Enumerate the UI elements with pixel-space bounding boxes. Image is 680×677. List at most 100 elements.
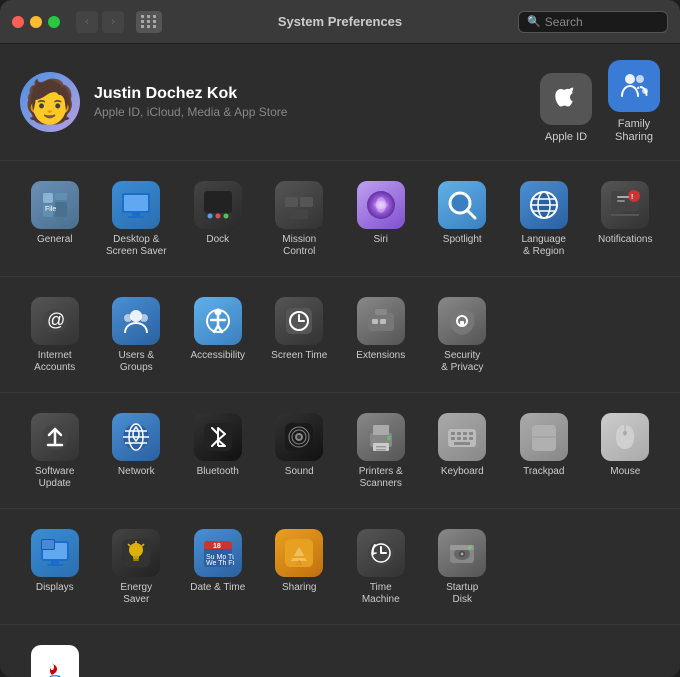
pref-language[interactable]: Language& Region	[505, 173, 583, 264]
search-input[interactable]	[545, 15, 659, 29]
family-sharing-label: FamilySharing	[615, 118, 653, 144]
pref-siri[interactable]: Siri	[342, 173, 420, 264]
pref-screen-time[interactable]: Screen Time	[261, 289, 339, 380]
spotlight-icon	[438, 181, 486, 229]
startup-disk-icon	[438, 529, 486, 577]
personal2-grid: @ InternetAccounts Us	[16, 289, 664, 380]
pref-software-update[interactable]: SoftwareUpdate	[16, 405, 94, 496]
maximize-button[interactable]	[48, 16, 60, 28]
section-personal2: @ InternetAccounts Us	[0, 277, 680, 393]
pref-network[interactable]: Network	[98, 405, 176, 496]
profile-left: 🧑 Justin Dochez Kok Apple ID, iCloud, Me…	[20, 72, 287, 132]
profile-subtitle: Apple ID, iCloud, Media & App Store	[94, 105, 287, 119]
mission-label: MissionControl	[282, 234, 316, 258]
network-label: Network	[118, 466, 155, 478]
system-preferences-window: ‹ › System Preferences 🔍 🧑	[0, 0, 680, 677]
pref-dock[interactable]: Dock	[179, 173, 257, 264]
pref-mission[interactable]: MissionControl	[261, 173, 339, 264]
internet-accounts-icon: @	[31, 297, 79, 345]
startup-disk-label: StartupDisk	[446, 582, 478, 606]
system-grid: Displays	[16, 521, 664, 612]
time-machine-label: TimeMachine	[362, 582, 400, 606]
displays-icon	[31, 529, 79, 577]
pref-extensions[interactable]: Extensions	[342, 289, 420, 380]
svg-text:File: File	[45, 206, 56, 213]
pref-trackpad[interactable]: Trackpad	[505, 405, 583, 496]
grid-view-button[interactable]	[136, 11, 162, 33]
pref-energy[interactable]: EnergySaver	[98, 521, 176, 612]
apple-id-label: Apple ID	[545, 131, 587, 144]
bluetooth-icon	[194, 413, 242, 461]
svg-text:⚠: ⚠	[296, 559, 302, 567]
back-button[interactable]: ‹	[76, 11, 98, 33]
keyboard-label: Keyboard	[441, 466, 484, 478]
pref-time-machine[interactable]: TimeMachine	[342, 521, 420, 612]
pref-accessibility[interactable]: Accessibility	[179, 289, 257, 380]
pref-users[interactable]: Users &Groups	[98, 289, 176, 380]
pref-security[interactable]: Security& Privacy	[424, 289, 502, 380]
sound-label: Sound	[285, 466, 314, 478]
pref-spotlight[interactable]: Spotlight	[424, 173, 502, 264]
pref-printers[interactable]: Printers &Scanners	[342, 405, 420, 496]
pref-java[interactable]: Java	[16, 637, 94, 677]
security-icon	[438, 297, 486, 345]
users-icon	[112, 297, 160, 345]
section-other: Java	[0, 625, 680, 677]
pref-notifications[interactable]: ! Notifications	[587, 173, 665, 264]
software-update-icon	[31, 413, 79, 461]
extensions-icon	[357, 297, 405, 345]
notifications-label: Notifications	[598, 234, 652, 246]
language-icon	[520, 181, 568, 229]
keyboard-icon	[438, 413, 486, 461]
search-box[interactable]: 🔍	[518, 11, 668, 33]
accessibility-icon	[194, 297, 242, 345]
siri-label: Siri	[374, 234, 388, 246]
java-icon	[31, 645, 79, 677]
content-area: 🧑 Justin Dochez Kok Apple ID, iCloud, Me…	[0, 44, 680, 677]
users-label: Users &Groups	[118, 350, 154, 374]
section-hardware: SoftwareUpdate Network	[0, 393, 680, 509]
extensions-label: Extensions	[356, 350, 405, 362]
sound-icon	[275, 413, 323, 461]
hardware-grid: SoftwareUpdate Network	[16, 405, 664, 496]
software-update-label: SoftwareUpdate	[35, 466, 74, 490]
profile-section: 🧑 Justin Dochez Kok Apple ID, iCloud, Me…	[0, 44, 680, 161]
other-grid: Java	[16, 637, 664, 677]
pref-desktop[interactable]: Desktop &Screen Saver	[98, 173, 176, 264]
pref-displays[interactable]: Displays	[16, 521, 94, 612]
nav-buttons: ‹ ›	[76, 11, 124, 33]
spotlight-label: Spotlight	[443, 234, 482, 246]
trackpad-icon	[520, 413, 568, 461]
energy-icon	[112, 529, 160, 577]
minimize-button[interactable]	[30, 16, 42, 28]
siri-icon	[357, 181, 405, 229]
personal-grid: File General Desktop	[16, 173, 664, 264]
screen-time-label: Screen Time	[271, 350, 327, 362]
general-icon: File	[31, 181, 79, 229]
energy-label: EnergySaver	[120, 582, 152, 606]
family-sharing-icon	[608, 60, 660, 112]
pref-keyboard[interactable]: Keyboard	[424, 405, 502, 496]
pref-mouse[interactable]: Mouse	[587, 405, 665, 496]
network-icon	[112, 413, 160, 461]
apple-id-button[interactable]: Apple ID	[540, 73, 592, 144]
close-button[interactable]	[12, 16, 24, 28]
sharing-label: Sharing	[282, 582, 316, 594]
profile-right: Apple ID FamilySharing	[540, 60, 660, 144]
pref-sharing[interactable]: ⚠ Sharing	[261, 521, 339, 612]
forward-button[interactable]: ›	[102, 11, 124, 33]
time-machine-icon	[357, 529, 405, 577]
printers-icon	[357, 413, 405, 461]
pref-bluetooth[interactable]: Bluetooth	[179, 405, 257, 496]
avatar[interactable]: 🧑	[20, 72, 80, 132]
mouse-label: Mouse	[610, 466, 640, 478]
profile-name: Justin Dochez Kok	[94, 85, 287, 103]
pref-internet-accounts[interactable]: @ InternetAccounts	[16, 289, 94, 380]
pref-startup-disk[interactable]: StartupDisk	[424, 521, 502, 612]
family-sharing-button[interactable]: FamilySharing	[608, 60, 660, 144]
dock-icon	[194, 181, 242, 229]
pref-datetime[interactable]: 18 Su Mo Tu We Th Fr Date & Time	[179, 521, 257, 612]
pref-sound[interactable]: Sound	[261, 405, 339, 496]
svg-text:18: 18	[213, 543, 221, 550]
pref-general[interactable]: File General	[16, 173, 94, 264]
